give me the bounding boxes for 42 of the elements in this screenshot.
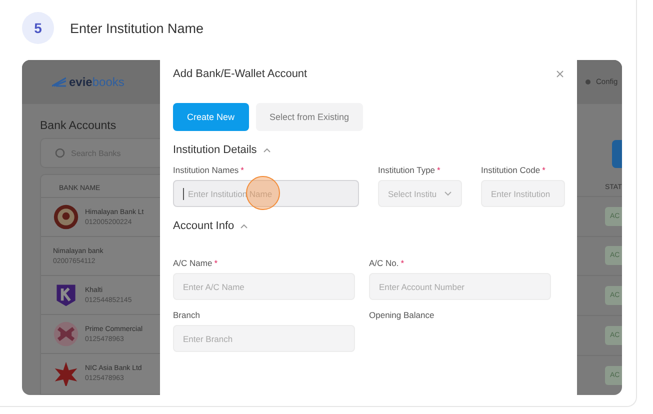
- bank-logo-icon: [53, 321, 79, 347]
- field-label: Institution Names: [173, 165, 239, 175]
- field-label: A/C No.: [369, 258, 399, 268]
- input-field[interactable]: Enter A/C Name: [173, 273, 355, 300]
- dialog-title: Add Bank/E-Wallet Account: [173, 68, 308, 80]
- required-mark: *: [214, 258, 218, 268]
- add-button[interactable]: [612, 140, 622, 168]
- search-icon: [55, 148, 65, 158]
- field-label: Institution Code: [481, 165, 540, 175]
- placeholder-text: Enter A/C Name: [183, 282, 244, 292]
- input-field[interactable]: Enter Branch: [173, 325, 355, 352]
- chevron-up-icon[interactable]: [262, 148, 271, 152]
- bank-logo-icon: [53, 360, 79, 386]
- tab[interactable]: Select from Existing: [256, 103, 364, 131]
- section-title: Institution Details: [173, 144, 257, 156]
- page-title: Bank Accounts: [40, 120, 118, 132]
- chevron-up-icon[interactable]: [240, 224, 248, 228]
- required-mark: *: [400, 258, 404, 268]
- input-field[interactable]: Enter Institution: [481, 180, 565, 207]
- input-field[interactable]: Enter Account Number: [369, 273, 551, 300]
- required-mark: *: [542, 165, 546, 175]
- step-title: Enter Institution Name: [70, 20, 204, 36]
- field-label: A/C Name: [173, 258, 212, 268]
- field-label: Institution Type: [378, 165, 436, 175]
- required-mark: *: [240, 165, 244, 175]
- field-label: Opening Balance: [369, 310, 434, 320]
- placeholder-text: Enter Account Number: [379, 282, 465, 292]
- required-mark: *: [437, 165, 440, 175]
- step-number-badge: 5: [22, 12, 54, 44]
- click-indicator: [246, 176, 280, 210]
- chevron-down-icon: [444, 191, 452, 196]
- tab[interactable]: Create New: [173, 103, 249, 131]
- section-title: Account Info: [173, 220, 234, 232]
- placeholder-text: Enter Institution: [491, 188, 550, 198]
- field-label: Branch: [173, 310, 200, 320]
- placeholder-text: Enter Branch: [183, 334, 233, 344]
- gear-icon: [585, 78, 591, 85]
- logo-icon: [52, 77, 66, 87]
- close-icon[interactable]: [556, 70, 564, 78]
- bank-logo-icon: [53, 204, 79, 230]
- app-logo: eviebooks: [69, 75, 124, 89]
- select-field[interactable]: Select Institu: [378, 180, 462, 207]
